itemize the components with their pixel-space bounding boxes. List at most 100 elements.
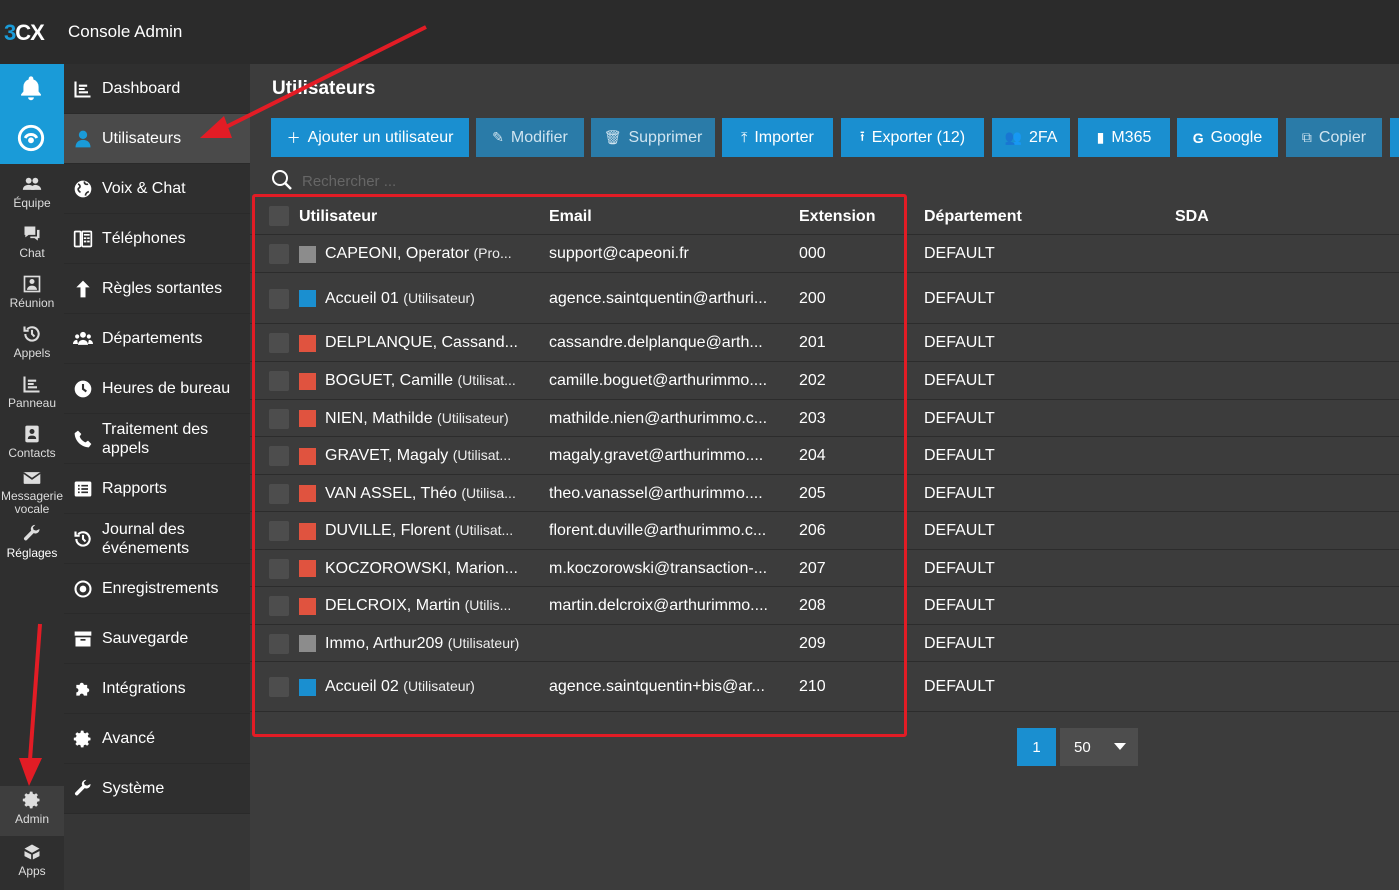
menu-item-reports[interactable]: Rapports <box>64 464 250 514</box>
cell-email: theo.vanassel@arthurimmo.... <box>549 484 763 502</box>
rail-item-meeting[interactable]: Réunion <box>0 270 64 320</box>
rail-label: Réglages <box>6 546 58 560</box>
menu-label: Traitement des appels <box>102 420 209 457</box>
status-indicator <box>299 410 316 427</box>
menu-item-backup[interactable]: Sauvegarde <box>64 614 250 664</box>
row-checkbox[interactable] <box>269 596 289 616</box>
rail-item-chat[interactable]: Chat <box>0 220 64 270</box>
cell-extension: 204 <box>799 447 826 464</box>
menu-item-call-handling[interactable]: Traitement des appels <box>64 414 250 464</box>
row-checkbox[interactable] <box>269 558 289 579</box>
col-header-user[interactable]: Utilisateur <box>299 208 377 226</box>
menu-item-system[interactable]: Système <box>64 764 250 814</box>
page-1-button[interactable]: 1 <box>1017 728 1056 766</box>
table-row[interactable]: Immo, Arthur209 (Utilisateur) 209 DEFAULT <box>250 625 1399 662</box>
rail-item-panel[interactable]: Panneau <box>0 370 64 420</box>
rail-item-team[interactable]: Équipe <box>0 170 64 220</box>
rail-item-calls[interactable]: Appels <box>0 320 64 370</box>
table-row[interactable]: NIEN, Mathilde (Utilisateur) mathilde.nie… <box>250 400 1399 437</box>
status-indicator <box>299 372 316 390</box>
col-header-extension[interactable]: Extension <box>799 208 875 226</box>
search-input[interactable] <box>302 171 602 191</box>
row-checkbox[interactable] <box>269 446 289 466</box>
cell-email: mathilde.nien@arthurimmo.c... <box>549 409 768 427</box>
row-checkbox[interactable] <box>269 633 289 654</box>
edit-button[interactable]: ✎ Modifier <box>476 118 584 157</box>
menu-label: Intégrations <box>102 680 186 697</box>
table-row[interactable]: KOCZOROWSKI, Marion... m.koczorowski@tra… <box>250 550 1399 587</box>
menu-label: Système <box>102 780 165 797</box>
plus-icon: ＋ <box>286 129 301 146</box>
cell-department: DEFAULT <box>924 447 995 464</box>
col-header-sda[interactable]: SDA <box>1175 208 1209 226</box>
menu-item-event-log[interactable]: Journal des événements <box>64 514 250 564</box>
export-button[interactable]: ⭱ Exporter (12) <box>841 118 984 157</box>
row-checkbox[interactable] <box>269 408 289 429</box>
copy-button[interactable]: ⧉ Copier <box>1286 118 1382 157</box>
menu-item-dashboard[interactable]: Dashboard <box>64 64 250 114</box>
3cx-swirl-icon[interactable] <box>17 124 45 157</box>
rail-highlight <box>0 64 64 164</box>
menu-item-users[interactable]: Utilisateurs <box>64 114 250 164</box>
status-indicator <box>299 678 316 696</box>
rail-item-admin[interactable]: Admin <box>0 786 64 836</box>
table-row[interactable]: CAPEONI, Operator (Pro... support@capeoni… <box>250 235 1399 273</box>
row-checkbox[interactable] <box>269 288 289 309</box>
rail-label: Équipe <box>13 196 51 210</box>
menu-item-phones[interactable]: Téléphones <box>64 214 250 264</box>
contacts-icon <box>0 424 64 446</box>
bell-icon[interactable] <box>17 74 45 107</box>
table-row[interactable]: GRAVET, Magaly (Utilisat... magaly.gravet… <box>250 437 1399 475</box>
rail-item-settings[interactable]: Réglages <box>0 520 64 570</box>
chat-icon <box>0 224 64 246</box>
cell-user: DUVILLE, Florent (Utilisat... <box>325 522 514 539</box>
menu-item-voice-chat[interactable]: Voix & Chat <box>64 164 250 214</box>
copy-icon: ⧉ <box>1301 129 1312 145</box>
cell-email: agence.saintquentin+bis@ar... <box>549 678 765 695</box>
menu-item-advanced[interactable]: Avancé <box>64 714 250 764</box>
row-checkbox[interactable] <box>269 333 289 353</box>
import-button[interactable]: ⤒ Importer <box>722 118 833 157</box>
menu-item-departments[interactable]: Départements <box>64 314 250 364</box>
cell-email: florent.duville@arthurimmo.c... <box>549 522 767 539</box>
top-bar: 3CX Console Admin <box>0 0 1399 64</box>
menu-item-integrations[interactable]: Intégrations <box>64 664 250 714</box>
2fa-button[interactable]: 👥 2FA <box>992 118 1070 157</box>
table-row[interactable]: DELPLANQUE, Cassand... cassandre.delplan… <box>250 324 1399 362</box>
menu-item-office-hours[interactable]: Heures de bureau <box>64 364 250 414</box>
rail-item-voicemail[interactable]: Messagerie vocale <box>0 464 64 520</box>
table-row[interactable]: DUVILLE, Florent (Utilisat... florent.duv… <box>250 512 1399 550</box>
table-row[interactable]: BOGUET, Camille (Utilisat... camille.bogu… <box>250 362 1399 400</box>
table-row[interactable]: VAN ASSEL, Théo (Utilisa... theo.vanassel… <box>250 475 1399 512</box>
cell-department: DEFAULT <box>924 372 995 389</box>
rail-label: Appels <box>13 346 51 360</box>
row-checkbox[interactable] <box>269 244 289 264</box>
add-user-button[interactable]: ＋ Ajouter un utilisateur <box>271 118 469 157</box>
row-checkbox[interactable] <box>269 483 289 504</box>
menu-item-recordings[interactable]: Enregistrements <box>64 564 250 614</box>
record-icon <box>64 579 102 599</box>
rail-label: Apps <box>18 864 46 878</box>
google-button[interactable]: G Google <box>1177 118 1278 157</box>
row-checkbox[interactable] <box>269 521 289 541</box>
col-header-department[interactable]: Département <box>924 208 1022 226</box>
m365-button[interactable]: ▮ M365 <box>1078 118 1170 157</box>
col-header-email[interactable]: Email <box>549 208 592 226</box>
rail-label-line1: Messagerie <box>0 489 64 503</box>
table-row[interactable]: DELCROIX, Martin (Utilis... martin.delcro… <box>250 587 1399 625</box>
row-checkbox[interactable] <box>269 677 289 697</box>
more-toolbar-button[interactable] <box>1390 118 1399 157</box>
rail-item-contacts[interactable]: Contacts <box>0 420 64 470</box>
wrench-icon <box>0 524 64 546</box>
select-all-checkbox[interactable] <box>269 206 289 226</box>
meeting-icon <box>0 274 64 296</box>
rail-item-apps[interactable]: Apps <box>0 838 64 888</box>
chevron-down-icon <box>1114 743 1126 750</box>
page-size-select[interactable]: 50 <box>1060 728 1138 766</box>
row-checkbox[interactable] <box>269 371 289 391</box>
delete-button[interactable]: 🗑 Supprimer <box>591 118 715 157</box>
table-row[interactable]: Accueil 02 (Utilisateur) agence.saintquen… <box>250 662 1399 712</box>
status-indicator <box>299 447 316 465</box>
table-row[interactable]: Accueil 01 (Utilisateur) agence.saintquen… <box>250 273 1399 324</box>
menu-item-outbound-rules[interactable]: Règles sortantes <box>64 264 250 314</box>
